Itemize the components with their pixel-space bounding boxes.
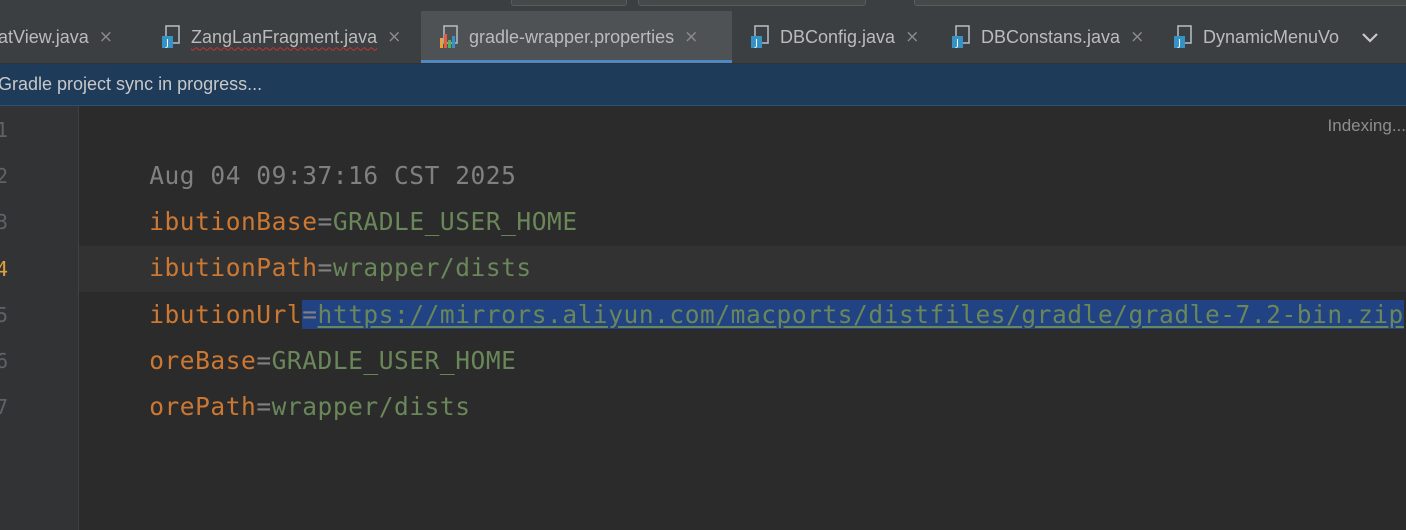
toolbar-field[interactable] [511,0,627,6]
svg-text:J: J [754,38,758,49]
tab-dynamicmenuvo[interactable]: J DynamicMenuVo [1173,11,1347,63]
indexing-status: Indexing... [1327,116,1406,135]
svg-text:J: J [165,38,169,49]
code-line: orePath=wrapper/dists [88,338,471,421]
tab-label: gradle-wrapper.properties [469,26,675,47]
code-editor[interactable]: Aug 04 09:37:16 CST 2025 ibutionBase=GRA… [79,106,1406,530]
line-number: 2 [0,164,9,188]
tab-label: DBConfig.java [780,26,896,47]
tab-zanglanfragment[interactable]: J ZangLanFragment.java × [161,11,401,63]
close-icon[interactable]: × [905,27,919,47]
code-line: Aug 04 09:37:16 CST 2025 [88,107,516,190]
sync-notification-text: Gradle project sync in progress... [0,74,263,94]
property-value: wrapper/dists [271,392,471,421]
code-line: ibutionUrl=https://mirrors.aliyun.com/ma… [88,246,1404,329]
property-key: orePath [149,392,257,421]
tab-label: ZangLanFragment.java [191,26,378,47]
java-file-icon: J [1174,25,1192,49]
tab-dbconfig[interactable]: J DBConfig.java × [750,11,919,63]
tab-label: hatView.java [0,26,89,47]
code-line: ibutionBase=GRADLE_USER_HOME [88,153,578,236]
java-file-icon: J [751,25,769,49]
close-icon[interactable]: × [99,27,113,47]
java-file-icon: J [952,25,970,49]
tab-dbconstans[interactable]: J DBConstans.java × [951,11,1144,63]
close-icon[interactable]: × [1130,27,1144,47]
editor-tab-bar: hatView.java × J ZangLanFragment.java × … [0,11,1406,64]
tab-label: DBConstans.java [981,26,1121,47]
java-file-icon: J [162,25,180,49]
line-number: 4 [0,257,9,281]
line-number: 1 [0,118,9,142]
sync-notification-banner: Gradle project sync in progress... [0,64,1406,106]
close-icon[interactable]: × [387,27,401,47]
toolbar-strip [0,0,1406,11]
svg-text:J: J [955,38,959,49]
line-number: 5 [0,303,9,327]
svg-text:J: J [1177,38,1181,49]
tab-gradle-wrapper-properties[interactable]: gradle-wrapper.properties × [421,11,732,63]
line-number: 6 [0,349,9,373]
tab-label: DynamicMenuVo [1203,26,1340,47]
line-number: 3 [0,210,9,234]
line-number: 7 [0,395,9,419]
close-icon[interactable]: × [684,27,698,47]
code-line: ibutionPath=wrapper/dists [88,199,532,282]
equals-sign: = [256,392,272,421]
code-line: oreBase=GRADLE_USER_HOME [88,292,516,375]
chevron-down-icon[interactable] [1358,26,1382,50]
line-number-gutter: 1 2 3 4 5 6 7 [0,106,79,530]
toolbar-field[interactable] [638,0,866,6]
properties-file-icon [440,25,458,48]
toolbar-field[interactable] [914,0,1406,6]
tab-chatview[interactable]: hatView.java × [0,11,113,63]
